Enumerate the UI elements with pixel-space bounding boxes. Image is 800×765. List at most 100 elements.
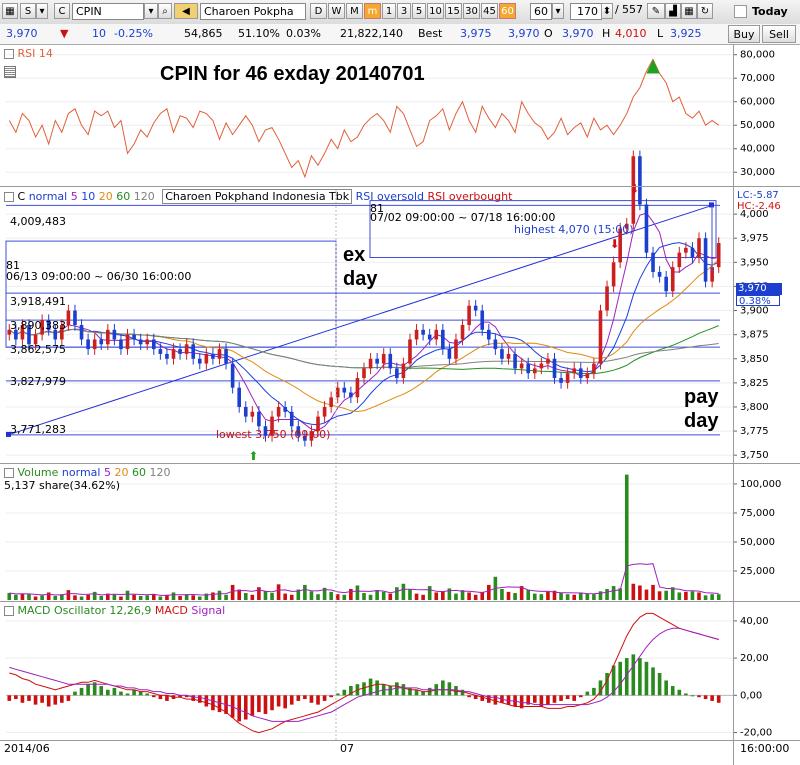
volume-bar: [657, 591, 662, 600]
rsi-title: RSI 14: [17, 47, 53, 60]
chart-icon[interactable]: ▟: [665, 3, 681, 19]
panel-toggle-icon[interactable]: [4, 606, 14, 616]
candle-body: [381, 353, 386, 364]
candle-body: [401, 363, 406, 379]
candle-body: [388, 353, 393, 369]
price-title-normal: normal: [28, 190, 68, 203]
macd-bar: [703, 695, 708, 700]
axis-divider: [733, 44, 734, 765]
grid-view-icon[interactable]: ▦: [681, 3, 697, 19]
macd-bar: [447, 682, 452, 696]
refresh-icon[interactable]: ↻: [697, 3, 713, 19]
period-button-45[interactable]: 45: [481, 3, 498, 19]
last-percent-box: 0.38%: [736, 295, 780, 307]
macd-bar: [578, 695, 583, 698]
candle-body: [578, 368, 583, 379]
count-input[interactable]: 170: [570, 3, 602, 20]
volume-bar: [171, 592, 176, 600]
volume-bar: [414, 593, 419, 600]
panel-toggle-icon[interactable]: [4, 468, 14, 478]
candle-body: [487, 329, 491, 340]
period-button-30[interactable]: 30: [463, 3, 480, 19]
symbol-dropdown-icon[interactable]: ▾: [144, 3, 158, 19]
ma10-label: 10: [81, 190, 96, 203]
macd-bar: [690, 695, 695, 697]
volume-bar: [99, 595, 104, 600]
candle-body: [191, 344, 196, 359]
level-label-3771: 3,771,283: [10, 423, 66, 436]
range-label-left: 06/13 09:00:00 ~ 06/30 16:00:00: [6, 270, 192, 283]
volume-bar: [33, 596, 38, 600]
period-button-W[interactable]: W: [328, 3, 345, 19]
period-button-10[interactable]: 10: [427, 3, 444, 19]
y-tick-label: 60,000: [740, 97, 775, 108]
volume-bar: [270, 593, 274, 600]
period-button-3[interactable]: 3: [397, 3, 411, 19]
speaker-icon[interactable]: ◀: [174, 3, 198, 19]
candle-body: [145, 339, 150, 345]
panel-toggle-icon[interactable]: [4, 49, 14, 59]
macd-bar: [454, 686, 458, 696]
macd-bar: [441, 680, 445, 696]
s-button[interactable]: S: [20, 3, 36, 19]
candle-body: [532, 368, 537, 374]
volume-bar: [697, 592, 701, 600]
panel-toggle-icon[interactable]: [4, 192, 14, 202]
candle-body: [322, 406, 327, 417]
candle-body: [158, 349, 163, 354]
period-button-5[interactable]: 5: [412, 3, 426, 19]
period-button-15[interactable]: 15: [445, 3, 462, 19]
candle-body: [408, 339, 412, 364]
candle-body: [211, 353, 215, 359]
candle-body: [224, 349, 228, 364]
macd-bar: [631, 654, 636, 696]
symbol-input[interactable]: CPIN: [72, 3, 144, 20]
macd-bar: [79, 687, 84, 696]
candle-body: [99, 339, 104, 345]
volume-bar: [638, 585, 642, 600]
period-button-60[interactable]: 60: [499, 3, 516, 19]
share-label: 5,137 share(34.62%): [4, 479, 121, 492]
minutes-input[interactable]: 60: [530, 3, 552, 20]
macd-bar: [250, 695, 255, 716]
volume-bar: [473, 594, 478, 600]
vol-ma20-label: 20: [114, 466, 129, 479]
rsi-panel-label: RSI 14: [4, 47, 53, 60]
macd-bar: [697, 695, 701, 698]
volume-panel-legend: Volume normal 5 20 60 120: [4, 466, 170, 479]
s-dropdown-icon[interactable]: ▾: [36, 3, 48, 19]
minutes-dropdown-icon[interactable]: ▾: [552, 3, 564, 19]
change-percent: -0.25%: [114, 27, 153, 40]
period-button-m[interactable]: m: [364, 3, 381, 19]
company-full-name: Charoen Pokphand Indonesia Tbk: [162, 189, 353, 204]
volume-bar: [46, 592, 51, 600]
period-button-D[interactable]: D: [310, 3, 327, 19]
buy-button[interactable]: Buy: [728, 25, 760, 43]
chart-canvas[interactable]: 80,000 70,000 60,000 50,000 40,000 30,000 4,00…: [0, 44, 800, 765]
period-button-1[interactable]: 1: [382, 3, 396, 19]
signal-label: Signal: [191, 604, 226, 617]
y-tick-label: 20,00: [740, 653, 769, 664]
macd-label: MACD: [154, 604, 188, 617]
tools-icon[interactable]: ✎: [647, 3, 665, 19]
c-button[interactable]: C: [54, 3, 70, 19]
volume-bar: [230, 584, 235, 600]
period-button-M[interactable]: M: [346, 3, 363, 19]
level-label-3890: 3,890,383: [10, 319, 66, 332]
chart-annotation-title: CPIN for 46 exday 20140701: [160, 63, 425, 85]
rsi-settings-icon[interactable]: [4, 66, 16, 78]
macd-bar: [204, 695, 209, 707]
today-checkbox[interactable]: [734, 5, 747, 18]
count-spinner-icon[interactable]: ⬍: [601, 3, 613, 19]
macd-bar: [86, 684, 90, 696]
volume-bar: [355, 585, 360, 600]
macd-panel-legend: MACD Oscillator 12,26,9 MACD Signal: [4, 604, 225, 617]
sell-button[interactable]: Sell: [762, 25, 796, 43]
macd-bar: [66, 695, 71, 701]
grid-icon[interactable]: ▦: [2, 3, 18, 19]
search-icon[interactable]: ⌕: [158, 3, 172, 19]
volume-bar: [677, 592, 682, 600]
volume-bar: [592, 594, 596, 600]
lowest-label: lowest 3,750 (09:00): [216, 428, 331, 441]
y-tick-label: 80,000: [740, 50, 775, 61]
